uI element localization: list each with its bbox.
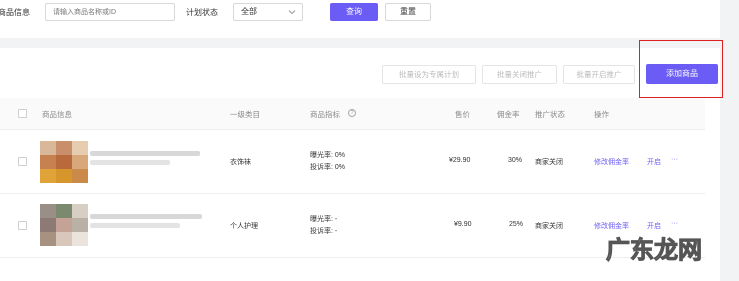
plan-status-value: 全部 bbox=[241, 7, 257, 16]
commission-cell: 30% bbox=[508, 157, 523, 164]
plan-status-label: 计划状态 bbox=[186, 8, 218, 17]
table-row: 衣饰袜 曝光率: 0% 投诉率: 0% ¥29.90 30% 商家关闭 修改佣金… bbox=[0, 130, 705, 194]
col-actions: 操作 bbox=[594, 110, 609, 119]
table-row: 个人护理 曝光率: - 投诉率: - ¥9.90 25% 商家关闭 修改佣金率 … bbox=[0, 194, 705, 258]
price-cell: ¥9.90 bbox=[454, 221, 472, 228]
col-commission: 佣金率 bbox=[497, 110, 520, 119]
product-search-input[interactable] bbox=[45, 3, 175, 21]
query-button[interactable]: 查询 bbox=[330, 3, 378, 21]
price-cell: ¥29.90 bbox=[449, 157, 471, 164]
product-subtitle-blurred bbox=[90, 223, 180, 228]
reset-button[interactable]: 重置 bbox=[385, 3, 431, 21]
open-link[interactable]: 开启 bbox=[647, 157, 661, 167]
category-cell: 个人护理 bbox=[230, 223, 258, 230]
product-info-label: 商品信息 bbox=[0, 8, 30, 17]
select-all-checkbox[interactable] bbox=[18, 109, 27, 118]
product-thumbnail bbox=[40, 141, 88, 183]
product-subtitle-blurred bbox=[90, 160, 170, 165]
help-icon[interactable]: ? bbox=[348, 109, 356, 117]
col-metrics: 商品指标 bbox=[310, 110, 340, 119]
status-cell: 商家关闭 bbox=[535, 159, 563, 166]
table-header: 商品信息 一级类目 商品指标 ? 售价 佣金率 推广状态 操作 bbox=[0, 98, 705, 130]
batch-open-promotion-button[interactable]: 批量开启推广 bbox=[563, 65, 635, 84]
watermark-text: 广东龙网 bbox=[606, 235, 703, 265]
highlight-annotation bbox=[639, 40, 723, 98]
section-gap bbox=[0, 38, 720, 48]
commission-cell: 25% bbox=[509, 221, 524, 228]
metric-exposure: 曝光率: - bbox=[310, 216, 338, 223]
row-checkbox[interactable] bbox=[18, 221, 27, 230]
metric-exposure: 曝光率: 0% bbox=[310, 152, 346, 159]
plan-status-select[interactable]: 全部 bbox=[233, 3, 303, 21]
edit-commission-link[interactable]: 修改佣金率 bbox=[594, 157, 629, 167]
col-category: 一级类目 bbox=[230, 110, 260, 119]
row-checkbox[interactable] bbox=[18, 157, 27, 166]
chevron-down-icon bbox=[288, 10, 296, 15]
more-icon[interactable]: ··· bbox=[671, 220, 678, 227]
product-thumbnail bbox=[40, 204, 88, 246]
metric-complaint: 投诉率: - bbox=[310, 228, 338, 235]
batch-close-promotion-button[interactable]: 批量关闭推广 bbox=[482, 65, 557, 84]
category-cell: 衣饰袜 bbox=[230, 159, 251, 166]
col-price: 售价 bbox=[455, 110, 470, 119]
product-title-blurred bbox=[90, 151, 200, 156]
product-title-blurred bbox=[90, 214, 202, 219]
col-product-info: 商品信息 bbox=[42, 110, 72, 119]
metric-complaint: 投诉率: 0% bbox=[310, 164, 346, 171]
col-promotion-status: 推广状态 bbox=[535, 110, 565, 119]
status-cell: 商家关闭 bbox=[535, 223, 563, 230]
more-icon[interactable]: ··· bbox=[671, 156, 678, 163]
batch-set-exclusive-plan-button[interactable]: 批量设为专属计划 bbox=[382, 65, 476, 84]
